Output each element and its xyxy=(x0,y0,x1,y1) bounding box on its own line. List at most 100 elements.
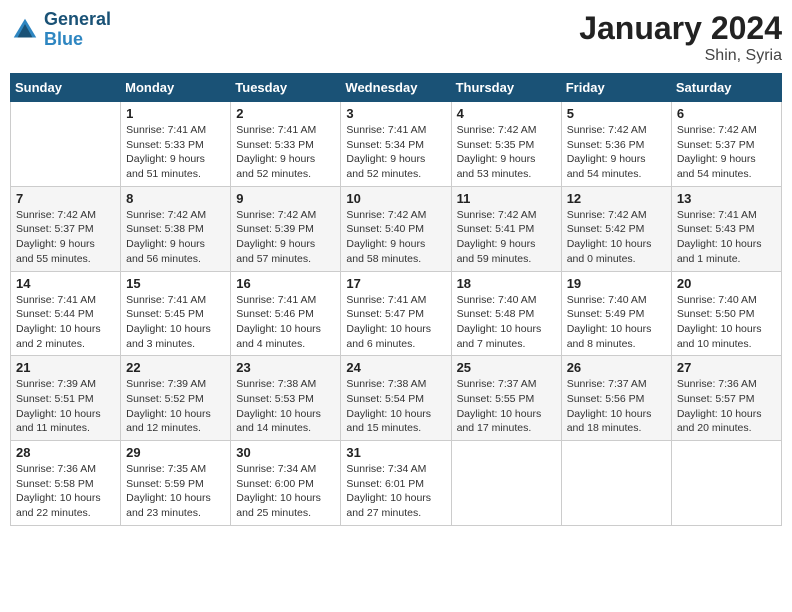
calendar-day xyxy=(671,441,781,526)
calendar-body: 1 Sunrise: 7:41 AMSunset: 5:33 PMDaylight… xyxy=(11,102,782,526)
day-info: Sunrise: 7:41 AMSunset: 5:46 PMDaylight:… xyxy=(236,293,335,352)
calendar-day: 3Sunrise: 7:41 AMSunset: 5:34 PMDaylight… xyxy=(341,102,451,187)
logo: General Blue xyxy=(10,10,111,50)
calendar-day: 10 Sunrise: 7:42 AMSunset: 5:40 PMDayligh… xyxy=(341,186,451,271)
calendar-day: 16 Sunrise: 7:41 AMSunset: 5:46 PMDayligh… xyxy=(231,271,341,356)
day-number: 2 xyxy=(236,106,335,121)
day-info: Sunrise: 7:42 AMSunset: 5:37 PMDaylight:… xyxy=(16,208,115,267)
calendar-week-1: 1 Sunrise: 7:41 AMSunset: 5:33 PMDaylight… xyxy=(11,102,782,187)
day-number: 8 xyxy=(126,191,225,206)
day-number: 6 xyxy=(677,106,776,121)
day-number: 31 xyxy=(346,445,445,460)
calendar-week-3: 14Sunrise: 7:41 AMSunset: 5:44 PMDayligh… xyxy=(11,271,782,356)
calendar-day xyxy=(11,102,121,187)
location: Shin, Syria xyxy=(579,47,782,65)
day-info: Sunrise: 7:41 AMSunset: 5:33 PMDaylight:… xyxy=(126,123,225,182)
day-info: Sunrise: 7:42 AMSunset: 5:35 PMDaylight:… xyxy=(457,123,556,182)
day-info: Sunrise: 7:35 AMSunset: 5:59 PMDaylight:… xyxy=(126,462,225,521)
calendar-day: 12Sunrise: 7:42 AMSunset: 5:42 PMDayligh… xyxy=(561,186,671,271)
day-info: Sunrise: 7:37 AMSunset: 5:56 PMDaylight:… xyxy=(567,377,666,436)
day-info: Sunrise: 7:42 AMSunset: 5:42 PMDaylight:… xyxy=(567,208,666,267)
day-number: 18 xyxy=(457,276,556,291)
calendar-day: 23 Sunrise: 7:38 AMSunset: 5:53 PMDayligh… xyxy=(231,356,341,441)
day-info: Sunrise: 7:42 AMSunset: 5:37 PMDaylight:… xyxy=(677,123,776,182)
day-number: 28 xyxy=(16,445,115,460)
calendar-week-4: 21 Sunrise: 7:39 AMSunset: 5:51 PMDayligh… xyxy=(11,356,782,441)
day-number: 1 xyxy=(126,106,225,121)
day-info: Sunrise: 7:41 AMSunset: 5:33 PMDaylight:… xyxy=(236,123,335,182)
calendar-table: SundayMondayTuesdayWednesdayThursdayFrid… xyxy=(10,73,782,526)
calendar-day: 2 Sunrise: 7:41 AMSunset: 5:33 PMDaylight… xyxy=(231,102,341,187)
day-info: Sunrise: 7:40 AMSunset: 5:50 PMDaylight:… xyxy=(677,293,776,352)
day-header-tuesday: Tuesday xyxy=(231,74,341,102)
day-info: Sunrise: 7:42 AMSunset: 5:40 PMDaylight:… xyxy=(346,208,445,267)
calendar-day: 24 Sunrise: 7:38 AMSunset: 5:54 PMDayligh… xyxy=(341,356,451,441)
day-info: Sunrise: 7:41 AMSunset: 5:47 PMDaylight:… xyxy=(346,293,445,352)
day-header-friday: Friday xyxy=(561,74,671,102)
day-info: Sunrise: 7:38 AMSunset: 5:53 PMDaylight:… xyxy=(236,377,335,436)
day-number: 23 xyxy=(236,360,335,375)
day-number: 21 xyxy=(16,360,115,375)
day-number: 22 xyxy=(126,360,225,375)
calendar-day: 13Sunrise: 7:41 AMSunset: 5:43 PMDayligh… xyxy=(671,186,781,271)
day-header-saturday: Saturday xyxy=(671,74,781,102)
day-number: 16 xyxy=(236,276,335,291)
calendar-week-5: 28 Sunrise: 7:36 AMSunset: 5:58 PMDayligh… xyxy=(11,441,782,526)
calendar-week-2: 7 Sunrise: 7:42 AMSunset: 5:37 PMDaylight… xyxy=(11,186,782,271)
day-number: 17 xyxy=(346,276,445,291)
day-number: 20 xyxy=(677,276,776,291)
day-info: Sunrise: 7:34 AMSunset: 6:00 PMDaylight:… xyxy=(236,462,335,521)
day-info: Sunrise: 7:42 AMSunset: 5:38 PMDaylight:… xyxy=(126,208,225,267)
day-number: 15 xyxy=(126,276,225,291)
day-info: Sunrise: 7:42 AMSunset: 5:36 PMDaylight:… xyxy=(567,123,666,182)
calendar-day: 11 Sunrise: 7:42 AMSunset: 5:41 PMDayligh… xyxy=(451,186,561,271)
calendar-day: 9 Sunrise: 7:42 AMSunset: 5:39 PMDaylight… xyxy=(231,186,341,271)
calendar-day: 20 Sunrise: 7:40 AMSunset: 5:50 PMDayligh… xyxy=(671,271,781,356)
day-info: Sunrise: 7:38 AMSunset: 5:54 PMDaylight:… xyxy=(346,377,445,436)
calendar-day xyxy=(451,441,561,526)
day-info: Sunrise: 7:40 AMSunset: 5:48 PMDaylight:… xyxy=(457,293,556,352)
day-number: 11 xyxy=(457,191,556,206)
title-area: January 2024 Shin, Syria xyxy=(579,10,782,65)
day-info: Sunrise: 7:42 AMSunset: 5:39 PMDaylight:… xyxy=(236,208,335,267)
day-number: 14 xyxy=(16,276,115,291)
calendar-day: 22 Sunrise: 7:39 AMSunset: 5:52 PMDayligh… xyxy=(121,356,231,441)
day-info: Sunrise: 7:37 AMSunset: 5:55 PMDaylight:… xyxy=(457,377,556,436)
day-info: Sunrise: 7:34 AMSunset: 6:01 PMDaylight:… xyxy=(346,462,445,521)
day-number: 24 xyxy=(346,360,445,375)
calendar-day: 1 Sunrise: 7:41 AMSunset: 5:33 PMDaylight… xyxy=(121,102,231,187)
day-number: 27 xyxy=(677,360,776,375)
day-info: Sunrise: 7:42 AMSunset: 5:41 PMDaylight:… xyxy=(457,208,556,267)
calendar-day: 14Sunrise: 7:41 AMSunset: 5:44 PMDayligh… xyxy=(11,271,121,356)
day-number: 9 xyxy=(236,191,335,206)
calendar-day: 5 Sunrise: 7:42 AMSunset: 5:36 PMDaylight… xyxy=(561,102,671,187)
day-number: 13 xyxy=(677,191,776,206)
calendar-day: 21 Sunrise: 7:39 AMSunset: 5:51 PMDayligh… xyxy=(11,356,121,441)
day-info: Sunrise: 7:36 AMSunset: 5:58 PMDaylight:… xyxy=(16,462,115,521)
calendar-day: 25 Sunrise: 7:37 AMSunset: 5:55 PMDayligh… xyxy=(451,356,561,441)
calendar-day: 29Sunrise: 7:35 AMSunset: 5:59 PMDayligh… xyxy=(121,441,231,526)
day-number: 19 xyxy=(567,276,666,291)
page-header: General Blue January 2024 Shin, Syria xyxy=(10,10,782,65)
day-info: Sunrise: 7:39 AMSunset: 5:51 PMDaylight:… xyxy=(16,377,115,436)
day-number: 7 xyxy=(16,191,115,206)
day-number: 5 xyxy=(567,106,666,121)
calendar-day: 4 Sunrise: 7:42 AMSunset: 5:35 PMDaylight… xyxy=(451,102,561,187)
day-info: Sunrise: 7:39 AMSunset: 5:52 PMDaylight:… xyxy=(126,377,225,436)
logo-text: General Blue xyxy=(44,10,111,50)
calendar-day: 15 Sunrise: 7:41 AMSunset: 5:45 PMDayligh… xyxy=(121,271,231,356)
calendar-day: 30Sunrise: 7:34 AMSunset: 6:00 PMDayligh… xyxy=(231,441,341,526)
calendar-day: 6 Sunrise: 7:42 AMSunset: 5:37 PMDaylight… xyxy=(671,102,781,187)
day-header-thursday: Thursday xyxy=(451,74,561,102)
calendar-header: SundayMondayTuesdayWednesdayThursdayFrid… xyxy=(11,74,782,102)
day-number: 3 xyxy=(346,106,445,121)
day-header-wednesday: Wednesday xyxy=(341,74,451,102)
logo-icon xyxy=(10,15,40,45)
day-info: Sunrise: 7:41 AMSunset: 5:45 PMDaylight:… xyxy=(126,293,225,352)
day-number: 25 xyxy=(457,360,556,375)
day-info: Sunrise: 7:36 AMSunset: 5:57 PMDaylight:… xyxy=(677,377,776,436)
calendar-day: 17 Sunrise: 7:41 AMSunset: 5:47 PMDayligh… xyxy=(341,271,451,356)
day-number: 4 xyxy=(457,106,556,121)
day-number: 10 xyxy=(346,191,445,206)
month-title: January 2024 xyxy=(579,10,782,47)
